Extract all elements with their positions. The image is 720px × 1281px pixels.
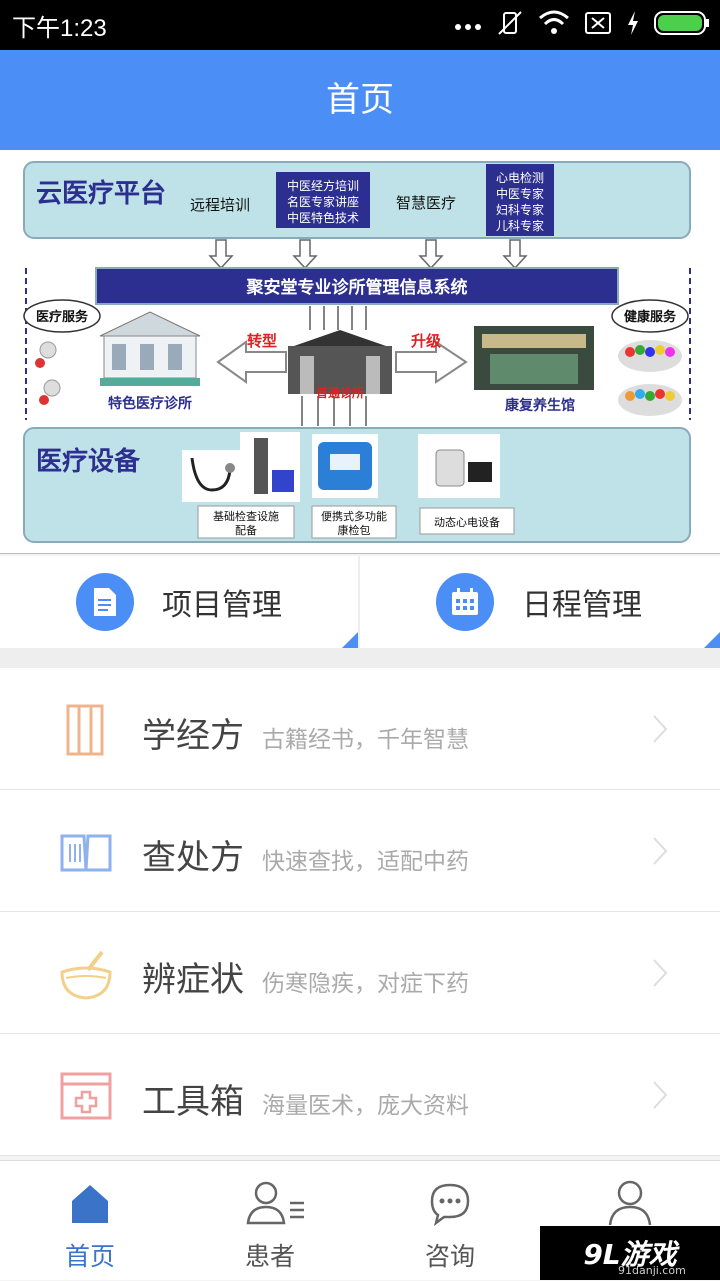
watermark-logo: 9L游戏 91danji.com <box>540 1226 720 1280</box>
corner-marker <box>704 632 720 648</box>
list-item-subtitle: 古籍经书，千年智慧 <box>262 727 469 753</box>
corner-marker <box>342 632 358 648</box>
project-management-label: 项目管理 <box>162 588 282 623</box>
chevron-right-icon <box>652 1080 668 1114</box>
list-item-subtitle: 伤寒隐疾，对症下药 <box>262 971 469 997</box>
status-bar: 下午1:23 <box>0 0 720 50</box>
more-dots-icon <box>454 16 482 35</box>
banner-diagram: 云医疗平台 远程培训 中医经方培训 名医专家讲座 中医特色技术 智慧医疗 心电检… <box>23 161 691 543</box>
list-item-title: 学经方 <box>142 716 244 756</box>
list-item-diagnose-symptoms[interactable]: 辨症状 伤寒隐疾，对症下药 <box>0 912 720 1034</box>
banner-device-basic: 配备 <box>235 523 257 537</box>
wifi-icon <box>538 10 570 40</box>
banner-device-portable: 康检包 <box>338 523 371 537</box>
ecg-device-image <box>418 434 500 498</box>
banner-device-ecg: 动态心电设备 <box>434 515 500 529</box>
banner-rehab: 康复养生馆 <box>505 397 575 414</box>
chat-icon <box>426 1179 474 1227</box>
banner-health-service: 健康服务 <box>624 309 677 325</box>
list-item-study-formulas[interactable]: 学经方 古籍经书，千年智慧 <box>0 668 720 790</box>
no-sim-icon <box>584 10 612 40</box>
list-item-title: 辨症状 <box>142 960 244 1000</box>
banner-expert-item: 中医专家 <box>496 186 544 201</box>
home-icon <box>66 1179 114 1227</box>
tab-patients[interactable]: 患者 <box>180 1161 360 1281</box>
chevron-right-icon <box>652 714 668 748</box>
schedule-management-button[interactable]: 日程管理 <box>360 556 720 648</box>
banner-expert-item: 心电检测 <box>496 170 544 185</box>
list-item-subtitle: 快速查找，适配中药 <box>262 849 469 875</box>
down-arrows <box>208 239 528 270</box>
open-book-icon <box>58 824 114 880</box>
banner-training-item: 中医经方培训 <box>287 178 359 193</box>
banner-medical-service: 医疗服务 <box>36 309 89 325</box>
charging-icon <box>626 10 640 40</box>
banner-clinic-special: 特色医疗诊所 <box>108 395 192 412</box>
document-icon <box>76 573 134 631</box>
mortar-bowl-icon <box>58 946 114 1002</box>
banner-training-item: 中医特色技术 <box>287 210 359 225</box>
banner-smart-medical: 智慧医疗 <box>396 194 456 212</box>
schedule-management-label: 日程管理 <box>522 588 642 623</box>
tab-label: 首页 <box>64 1242 115 1271</box>
section-divider <box>0 648 720 668</box>
list-item-title: 工具箱 <box>142 1082 244 1122</box>
quick-actions: 项目管理 日程管理 <box>0 556 720 648</box>
banner-device-portable: 便携式多功能 <box>321 509 387 523</box>
battery-icon <box>654 10 710 40</box>
portable-kit-image <box>312 434 378 498</box>
normal-clinic-image <box>288 306 392 426</box>
banner-expert-item: 妇科专家 <box>496 202 544 217</box>
banner-carousel[interactable]: 云医疗平台 远程培训 中医经方培训 名医专家讲座 中医特色技术 智慧医疗 心电检… <box>0 150 720 554</box>
mute-vibrate-icon <box>496 9 524 41</box>
tab-label: 咨询 <box>424 1242 475 1271</box>
list-item-title: 查处方 <box>142 838 244 878</box>
patients-icon <box>246 1179 304 1227</box>
banner-remote-training: 远程培训 <box>190 196 250 214</box>
tab-consult[interactable]: 咨询 <box>360 1161 540 1281</box>
list-item-toolbox[interactable]: 工具箱 海量医术，庞大资料 <box>0 1034 720 1156</box>
page-title: 首页 <box>326 80 394 120</box>
list-item-search-prescriptions[interactable]: 查处方 快速查找，适配中药 <box>0 790 720 912</box>
people-groups-image <box>618 340 682 416</box>
calendar-icon <box>436 573 494 631</box>
banner-training-item: 名医专家讲座 <box>287 194 359 209</box>
banner-device-basic: 基础检查设施 <box>213 509 279 523</box>
banner-upgrade: 升级 <box>411 332 442 350</box>
status-icons <box>454 10 710 40</box>
banner-clinic-normal: 普通诊所 <box>316 385 364 400</box>
tab-home[interactable]: 首页 <box>0 1161 180 1281</box>
medical-kit-icon <box>58 1068 114 1124</box>
banner-platform-title: 云医疗平台 <box>36 178 166 208</box>
watermark-url: 91danji.com <box>618 1264 686 1277</box>
profile-icon <box>606 1179 654 1227</box>
banner-expert-item: 儿科专家 <box>496 218 544 233</box>
status-time: 下午1:23 <box>12 15 107 42</box>
banner-system-name: 聚安堂专业诊所管理信息系统 <box>246 277 468 298</box>
banner-transform: 转型 <box>247 332 277 350</box>
feature-list: 学经方 古籍经书，千年智慧 查处方 快速查找，适配中药 辨症状 伤寒隐疾，对症下… <box>0 668 720 1156</box>
clinic-house-image <box>99 311 201 386</box>
chevron-right-icon <box>652 836 668 870</box>
book-scroll-icon <box>58 702 114 758</box>
chevron-right-icon <box>652 958 668 992</box>
app-bar: 首页 <box>0 50 720 150</box>
list-item-subtitle: 海量医术，庞大资料 <box>262 1093 469 1119</box>
banner-equipment-title: 医疗设备 <box>36 446 141 477</box>
project-management-button[interactable]: 项目管理 <box>0 556 360 648</box>
rehab-hall-image <box>474 326 594 390</box>
tab-label: 患者 <box>244 1242 295 1271</box>
